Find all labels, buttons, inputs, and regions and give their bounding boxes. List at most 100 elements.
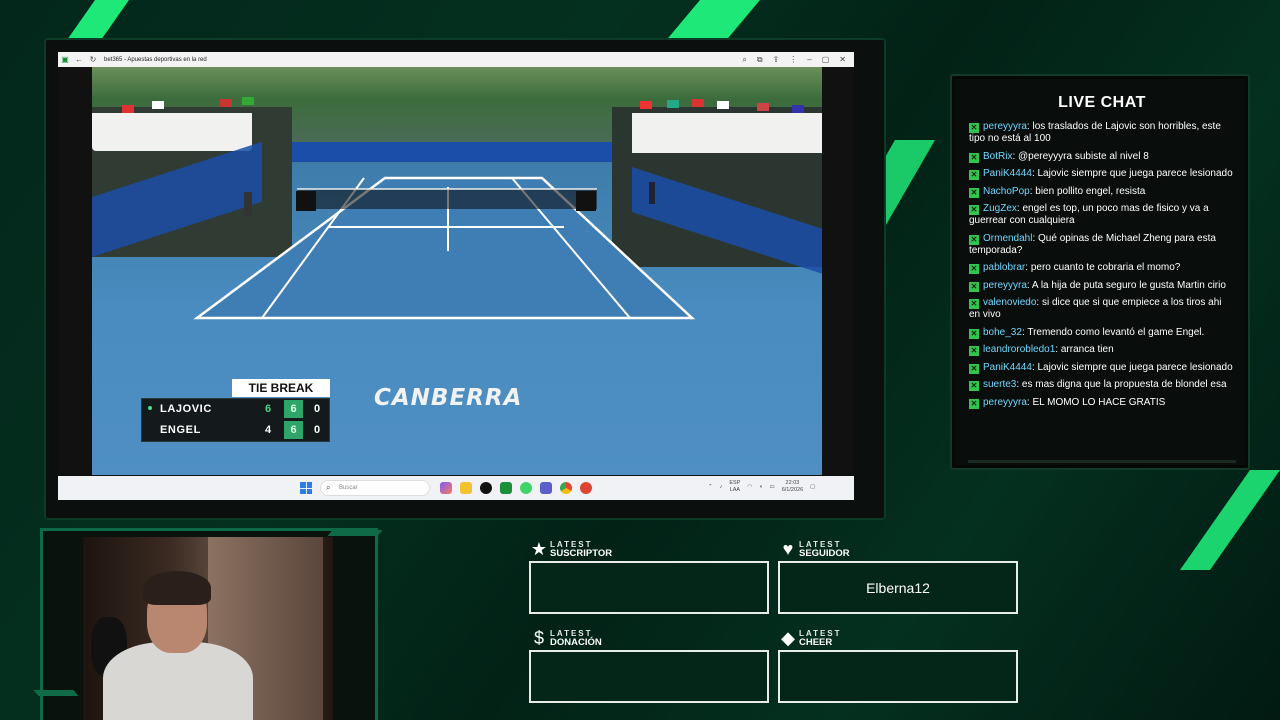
webcam-video <box>83 537 333 720</box>
video-player[interactable]: TIE BREAK LAJOVIC 6 6 0 ENGEL 4 6 0 CANB… <box>58 67 854 475</box>
chat-message: ✕ pereyyyra: los traslados de Lajovic son… <box>969 121 1234 145</box>
set-score: 4 <box>264 424 272 436</box>
score-row-player-1: LAJOVIC 6 6 0 <box>142 399 331 420</box>
extensions-icon[interactable]: ⧉ <box>757 55 763 65</box>
zoom-icon[interactable]: ⌕ <box>742 55 746 65</box>
star-icon: ★ <box>530 539 548 559</box>
score-row-player-2: ENGEL 4 6 0 <box>142 420 331 441</box>
volume-icon[interactable]: ◖ <box>759 484 762 490</box>
chat-badge-icon: ✕ <box>969 264 979 274</box>
browser-titlebar: ▣ ← ↻ bet365 - Apuestas deportivas en la… <box>58 52 854 67</box>
taskbar-search-input[interactable]: ⌕ Buscar <box>320 480 430 496</box>
obs-app-icon[interactable] <box>500 482 512 494</box>
chat-username[interactable]: valenoviedo <box>983 297 1036 308</box>
chat-username[interactable]: suerte3 <box>983 379 1016 390</box>
chat-message: ✕ PaniK4444: Lajovic siempre que juega pa… <box>969 362 1234 374</box>
chat-username[interactable]: pereyyyra <box>983 397 1027 408</box>
chat-badge-icon: ✕ <box>969 299 979 309</box>
notification-icon[interactable]: ▢ <box>810 484 815 490</box>
app-icon[interactable] <box>580 482 592 494</box>
copilot-icon[interactable] <box>440 482 452 494</box>
chat-message: ✕ bohe_32: Tremendo como levantó el game … <box>969 327 1234 339</box>
language-indicator[interactable]: ESP LAA <box>729 480 740 494</box>
share-icon[interactable]: ⇪ <box>773 55 780 65</box>
chat-badge-icon: ✕ <box>969 234 979 245</box>
menu-icon[interactable]: ⋮ <box>789 55 797 65</box>
chat-divider <box>968 460 1236 463</box>
chat-message: ✕ valenoviedo: si dice que si que empiece… <box>969 297 1234 321</box>
chat-text: Tremendo como levantó el game Engel. <box>1027 326 1205 338</box>
taskbar-clock[interactable]: 22:03 6/1/2026 <box>782 480 803 494</box>
serve-indicator-icon <box>148 406 152 410</box>
mic-icon[interactable]: ♪ <box>720 484 723 490</box>
battery-icon[interactable]: ▭ <box>770 484 775 490</box>
chat-username[interactable]: PaniK4444 <box>983 168 1032 179</box>
chat-badge-icon: ✕ <box>969 187 979 198</box>
latest-seguidor-value: Elberna12 <box>778 561 1018 614</box>
chat-badge-icon: ✕ <box>969 398 979 409</box>
chat-badge-icon: ✕ <box>969 205 979 215</box>
chat-username[interactable]: pablobrar <box>983 262 1025 273</box>
chat-username[interactable]: leandrorobledo1 <box>983 344 1055 355</box>
chat-text: A la hija de puta seguro le gusta Martin… <box>1031 279 1226 291</box>
chat-username[interactable]: NachoPop <box>983 186 1030 197</box>
chat-username[interactable]: pereyyyra <box>983 121 1027 132</box>
diamond-icon: ◆ <box>781 628 795 648</box>
reload-icon[interactable]: ↻ <box>86 55 100 64</box>
chat-message-list: ✕ pereyyyra: los traslados de Lajovic son… <box>969 121 1234 414</box>
score-table: LAJOVIC 6 6 0 ENGEL 4 6 0 <box>141 398 330 442</box>
chat-message: ✕ BotRix: @pereyyyra subiste al nivel 8 <box>969 151 1234 163</box>
chrome-icon[interactable] <box>560 482 572 494</box>
restore-icon[interactable]: ▢ <box>822 55 830 65</box>
chat-username[interactable]: Ormendahl <box>983 233 1032 244</box>
chat-message: ✕ ZugZex: engel es top, un poco mas de fi… <box>969 203 1234 227</box>
chevron-up-icon[interactable]: ⌃ <box>708 484 713 490</box>
point-score: 0 <box>313 424 321 436</box>
chat-message: ✕ pablobrar: pero cuanto te cobraria el m… <box>969 262 1234 274</box>
chat-message: ✕ leandrorobledo1: arranca tien <box>969 344 1234 356</box>
current-set-score: 6 <box>284 400 303 418</box>
chat-text: Lajovic siempre que juega parece lesiona… <box>1037 361 1233 373</box>
chat-badge-icon: ✕ <box>969 381 979 391</box>
chat-username[interactable]: pereyyyra <box>983 280 1027 291</box>
player-name: LAJOVIC <box>160 403 212 415</box>
windows-start-icon[interactable] <box>300 482 312 494</box>
latest-cheer-value <box>778 650 1018 703</box>
latest-suscriptor-value <box>529 561 769 614</box>
chat-badge-icon: ✕ <box>969 170 979 180</box>
close-icon[interactable]: ✕ <box>839 55 846 65</box>
heart-icon: ♥ <box>782 539 794 559</box>
back-icon[interactable]: ← <box>72 55 86 64</box>
bg-stripe <box>666 0 760 40</box>
search-placeholder: Buscar <box>339 485 358 491</box>
webcam-frame-decoration <box>327 530 383 536</box>
live-chat-panel: LIVE CHAT ✕ pereyyyra: los traslados de L… <box>950 74 1250 470</box>
tiktok-icon[interactable] <box>480 482 492 494</box>
chat-message: ✕ Ormendahl: Qué opinas de Michael Zheng … <box>969 233 1234 257</box>
set-score: 6 <box>264 403 272 415</box>
court-logo-text: CANBERRA <box>374 385 523 411</box>
teams-icon[interactable] <box>540 482 552 494</box>
chat-message: ✕ PaniK4444: Lajovic siempre que juega pa… <box>969 168 1234 180</box>
chat-username[interactable]: PaniK4444 <box>983 362 1032 373</box>
chat-message: ✕ pereyyyra: A la hija de puta seguro le … <box>969 280 1234 292</box>
wifi-icon[interactable]: ◠ <box>747 484 752 490</box>
system-tray: ⌃ ♪ ESP LAA ◠ ◖ ▭ 22:03 6/1/2026 ▢ <box>708 480 815 494</box>
file-explorer-icon[interactable] <box>460 482 472 494</box>
point-score: 0 <box>313 403 321 415</box>
chat-title: LIVE CHAT <box>1058 94 1146 111</box>
chat-message: ✕ NachoPop: bien pollito engel, resista <box>969 186 1234 198</box>
chat-text: pero cuanto te cobraria el momo? <box>1030 262 1181 273</box>
chat-badge-icon: ✕ <box>969 346 979 356</box>
current-set-score: 6 <box>284 421 303 439</box>
whatsapp-icon[interactable] <box>520 482 532 494</box>
chat-username[interactable]: BotRix <box>983 151 1012 162</box>
chat-badge-icon: ✕ <box>969 152 979 163</box>
dollar-icon: $ <box>533 628 544 648</box>
chat-username[interactable]: bohe_32 <box>983 327 1022 338</box>
minimize-icon[interactable]: – <box>807 55 811 65</box>
chat-username[interactable]: ZugZex <box>983 203 1017 214</box>
windows-taskbar: ⌕ Buscar ⌃ ♪ ESP LAA ◠ ◖ ▭ 22:03 6/1/202… <box>58 476 854 500</box>
webcam-frame-decoration <box>33 690 79 696</box>
chat-badge-icon: ✕ <box>969 363 979 374</box>
